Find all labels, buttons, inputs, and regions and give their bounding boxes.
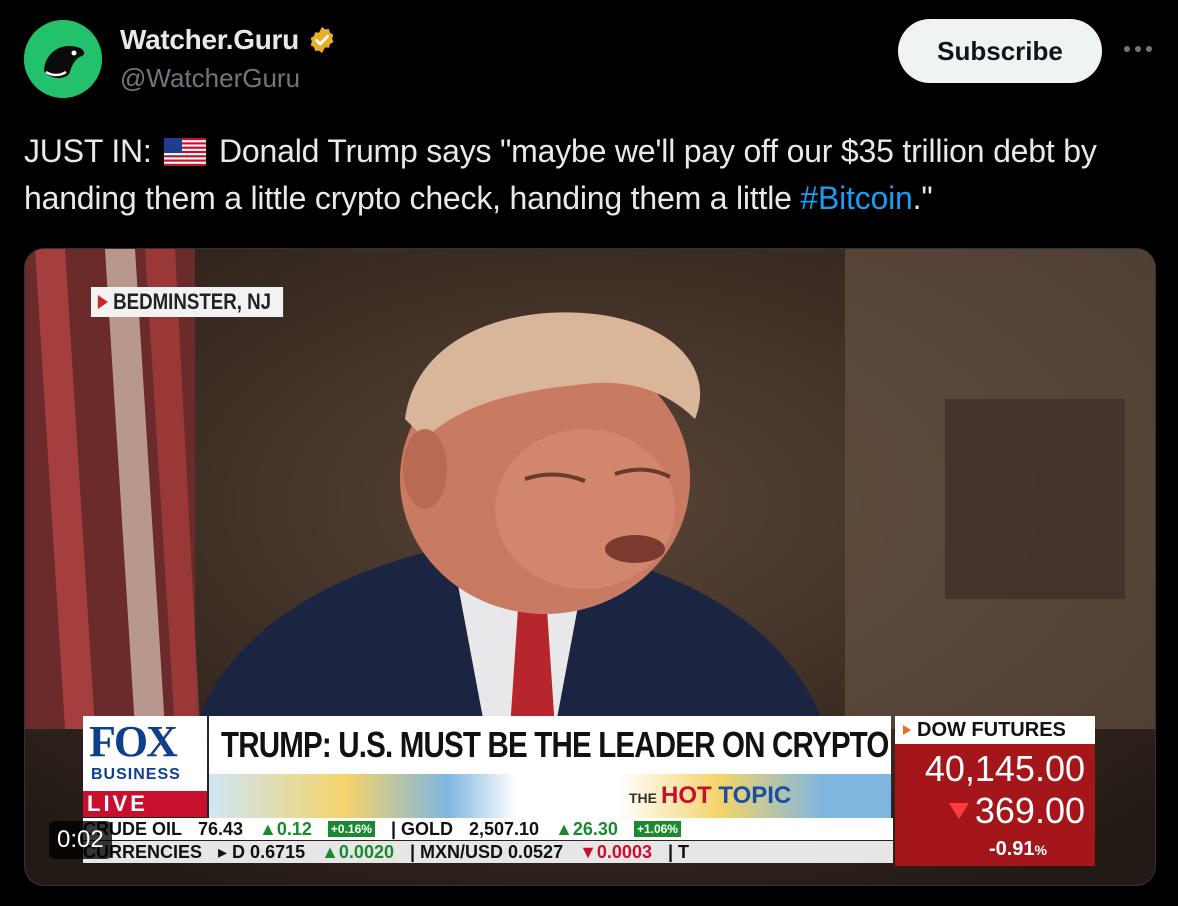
author-name-row: Watcher.Guru (120, 24, 337, 56)
ticker-item: ▲26.30 (555, 818, 618, 839)
video-timestamp: 0:02 (49, 821, 112, 859)
ticker-row-currencies: CURRENCIES ▸ D 0.6715 ▲0.0020 | MXN/USD 0.0… (83, 841, 893, 863)
play-triangle-icon (97, 295, 108, 309)
ticker-item: 2,507.10 (469, 818, 540, 839)
segment-banner: THE HOT TOPIC (209, 774, 891, 818)
ticker-item: +0.16% (327, 821, 375, 837)
dow-pct: -0.91% (989, 838, 1047, 861)
dow-change: 369.00 (948, 790, 1085, 832)
segment-label: THE HOT TOPIC (629, 782, 791, 810)
display-name[interactable]: Watcher.Guru (120, 24, 299, 56)
segment-the: THE (629, 790, 657, 806)
ticker-item: ▲0.0020 (321, 841, 394, 862)
hashtag-link[interactable]: #Bitcoin (800, 180, 912, 216)
network-logo-text: FOX (89, 717, 178, 766)
live-badge: LIVE (83, 791, 207, 817)
more-options-icon[interactable] (1120, 34, 1156, 64)
dow-futures-panel: DOW FUTURES 40,145.00 369.00 -0.91% (895, 716, 1095, 866)
us-flag-icon (164, 138, 207, 166)
dow-pct-unit: % (1034, 842, 1047, 858)
dow-title: DOW FUTURES (895, 716, 1095, 744)
tweet-suffix: ." (912, 180, 933, 216)
segment-hot: HOT (661, 782, 712, 809)
video-player[interactable]: BEDMINSTER, NJ FOX BUSINESS LIVE TRUMP: … (24, 248, 1156, 886)
ticker-item: 76.43 (198, 818, 244, 839)
tweet-text: JUST IN: Donald Trump says "maybe we'll … (24, 128, 1164, 222)
dow-change-value: 369.00 (974, 790, 1085, 831)
ticker-item: ▸ D 0.6715 (218, 841, 306, 862)
author-handle[interactable]: @WatcherGuru (120, 63, 300, 94)
ticker-item: | GOLD (390, 818, 453, 839)
verified-badge-icon (310, 26, 334, 54)
location-text: BEDMINSTER, NJ (113, 289, 272, 314)
triangle-icon (903, 725, 911, 735)
location-tag: BEDMINSTER, NJ (91, 287, 283, 317)
whale-logo-icon (24, 20, 102, 98)
subscribe-button[interactable]: Subscribe (898, 19, 1102, 83)
headline-text: TRUMP: U.S. MUST BE THE LEADER ON CRYPTO (221, 724, 889, 765)
down-arrow-icon (948, 803, 969, 819)
network-sub-text: BUSINESS (91, 766, 181, 783)
ticker-item: ▼0.0003 (579, 841, 652, 862)
ticker-row-commodities: CRUDE OIL 76.43 ▲0.12 +0.16% | GOLD 2,507.10 ▲… (83, 818, 893, 840)
ticker-item: ▲0.12 (259, 818, 312, 839)
chyron-headline: TRUMP: U.S. MUST BE THE LEADER ON CRYPTO (209, 716, 891, 774)
segment-topic: TOPIC (718, 782, 792, 809)
dow-title-text: DOW FUTURES (917, 718, 1066, 741)
dow-value: 40,145.00 (924, 748, 1085, 789)
avatar[interactable] (24, 20, 102, 98)
tweet-prefix: JUST IN: (24, 133, 152, 169)
dow-pct-value: -0.91 (988, 838, 1035, 860)
ticker-item: | T (667, 841, 690, 862)
ticker-item: +1.06% (633, 821, 681, 837)
ticker-item: | MXN/USD 0.0527 (409, 841, 564, 862)
live-label: LIVE (87, 791, 148, 816)
